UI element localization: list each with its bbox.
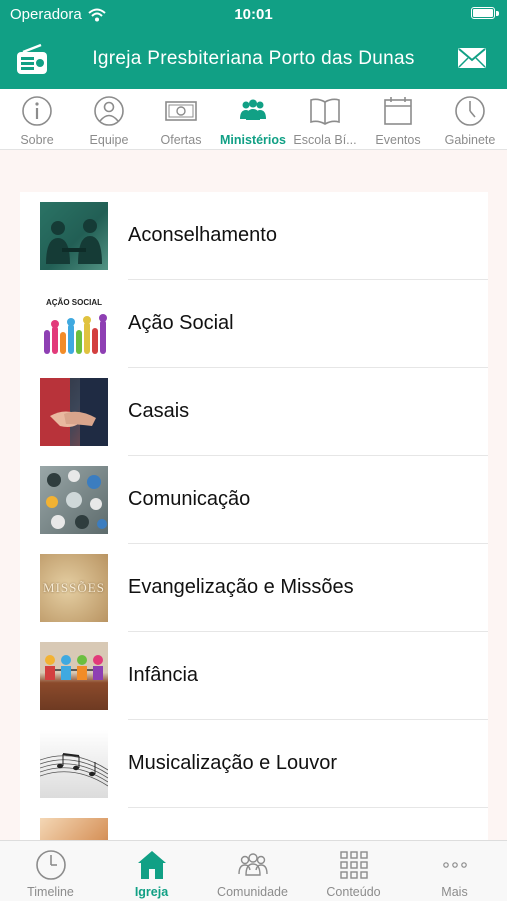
ministry-thumbnail [40, 378, 108, 446]
tab-label: Gabinete [444, 133, 496, 147]
person-icon [94, 96, 124, 126]
tab-conteudo[interactable]: Conteúdo [303, 841, 404, 901]
ministry-name: Infância [128, 664, 199, 686]
tab-mais[interactable]: Mais [404, 841, 505, 901]
list-item-aconselhamento[interactable]: Aconselhamento [20, 192, 488, 280]
counseling-image [40, 202, 108, 270]
list-item-comunicacao[interactable]: Comunicação [20, 456, 488, 544]
tab-ministerios[interactable]: Ministérios [217, 89, 289, 149]
hands-image [44, 314, 107, 354]
ministry-thumbnail [40, 730, 108, 798]
tab-label: Eventos [375, 133, 421, 147]
holding-hands-image [40, 378, 108, 446]
mail-icon[interactable] [457, 47, 487, 69]
tab-label: Escola Bí... [293, 133, 357, 147]
calendar-icon [384, 97, 412, 125]
top-tab-bar: Sobre Equipe Ofertas Ministérios Escola … [0, 89, 507, 150]
tab-label: Igreja [134, 885, 169, 899]
ministry-name: Ação Social [128, 312, 234, 334]
tab-sobre[interactable]: Sobre [1, 89, 73, 149]
list-item-evangelizacao-missoes[interactable]: MISSÕES Evangelização e Missões [20, 544, 488, 632]
ministry-name: Evangelização e Missões [128, 576, 354, 598]
list-item-musicalizacao-louvor[interactable]: Musicalização e Louvor [20, 720, 488, 808]
tab-label: Mais [441, 885, 468, 899]
tab-label: Ministérios [220, 133, 286, 147]
ministry-thumbnail: MISSÕES [40, 554, 108, 622]
tab-label: Sobre [20, 133, 54, 147]
ministry-thumbnail [40, 818, 108, 840]
info-icon [22, 96, 52, 126]
tab-label: Comunidade [217, 885, 288, 899]
list-item-infancia[interactable]: Infância [20, 632, 488, 720]
list-item-partial[interactable] [20, 808, 488, 840]
status-time: 10:01 [234, 6, 273, 23]
tab-equipe[interactable]: Equipe [73, 89, 145, 149]
status-bar: Operadora 10:01 [0, 0, 507, 30]
tab-label: Conteúdo [326, 885, 381, 899]
ministry-thumbnail: AÇÃO SOCIAL [40, 290, 108, 358]
community-icon [238, 853, 268, 876]
book-icon [310, 98, 340, 125]
ministry-list: Aconselhamento AÇÃO SOCIAL Ação Social C… [20, 192, 488, 840]
paper-dolls-image [45, 655, 103, 680]
communication-image [46, 470, 107, 529]
tab-label: Timeline [27, 885, 74, 899]
banknote-icon [165, 101, 197, 121]
church-icon [138, 851, 166, 879]
tab-ofertas[interactable]: Ofertas [145, 89, 217, 149]
list-item-acao-social[interactable]: AÇÃO SOCIAL Ação Social [20, 280, 488, 368]
tab-escola-biblica[interactable]: Escola Bí... [289, 89, 361, 149]
ministry-thumbnail [40, 642, 108, 710]
page-title: Igreja Presbiteriana Porto das Dunas [92, 48, 415, 69]
thumbnail-caption: MISSÕES [43, 580, 105, 595]
tab-gabinete[interactable]: Gabinete [434, 89, 506, 149]
ministry-name: Casais [128, 400, 190, 422]
ministry-thumbnail [40, 466, 108, 534]
nav-bar: Igreja Presbiteriana Porto das Dunas [0, 30, 507, 89]
ministry-name: Aconselhamento [128, 224, 277, 246]
ministry-name: Comunicação [128, 488, 251, 510]
tab-igreja[interactable]: Igreja [101, 841, 202, 901]
group-icon [240, 99, 266, 120]
grid-icon [340, 851, 368, 879]
music-notes-image [40, 753, 108, 787]
tab-label: Equipe [89, 133, 129, 147]
more-dots-icon [443, 862, 467, 868]
ministry-name: Musicalização e Louvor [128, 752, 337, 774]
tab-label: Ofertas [160, 133, 202, 147]
bottom-tab-bar: Timeline Igreja Comunidade Conteúdo Mais [0, 840, 507, 901]
clock-icon [36, 850, 66, 880]
battery-tip [496, 11, 499, 16]
battery-icon [471, 7, 495, 19]
list-item-casais[interactable]: Casais [20, 368, 488, 456]
clock-icon [455, 96, 485, 126]
tab-timeline[interactable]: Timeline [0, 841, 101, 901]
ministry-thumbnail [40, 202, 108, 270]
tab-eventos[interactable]: Eventos [362, 89, 434, 149]
tab-comunidade[interactable]: Comunidade [202, 841, 303, 901]
